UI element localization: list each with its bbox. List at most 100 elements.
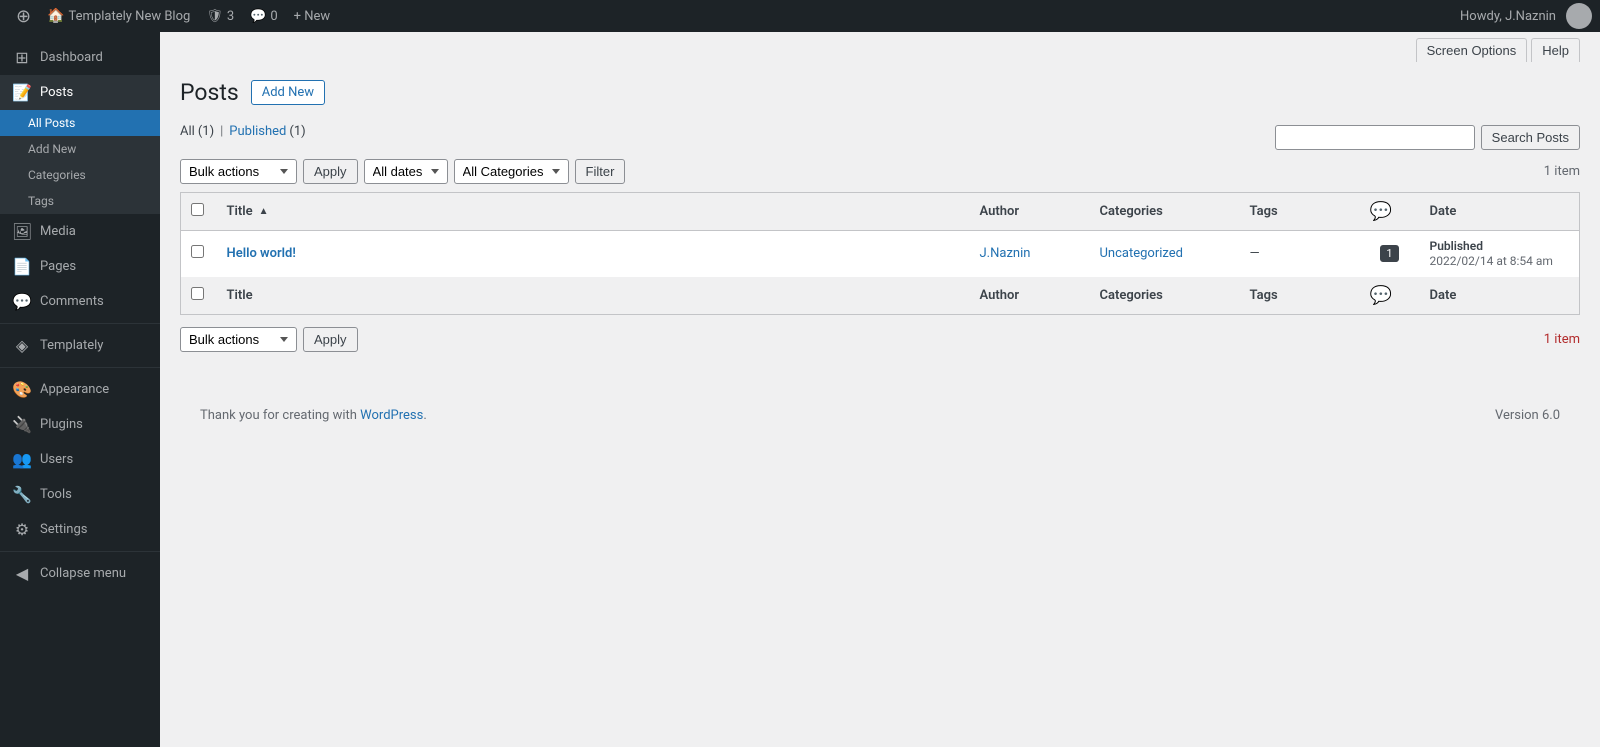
category-link[interactable]: Uncategorized [1100,246,1183,261]
sidebar-item-tools[interactable]: 🔧 Tools [0,477,160,512]
subnav-published-count: (1) [289,124,305,139]
posts-table: Title ▲ Author Categories Tags [180,192,1580,315]
search-input[interactable] [1275,125,1475,150]
adminbar-howdy: Howdy, J.Naznin [1460,9,1556,24]
sidebar-item-posts[interactable]: 📝 Posts [0,75,160,110]
author-header: Author [970,192,1090,230]
updates-count: 3 [227,9,234,24]
subnav: All (1) | Published (1) [180,124,306,139]
sidebar-item-plugins[interactable]: 🔌 Plugins [0,407,160,442]
tags-cell: — [1240,230,1360,277]
footer-version: Version 6.0 [1495,408,1560,423]
dashboard-icon: ⊞ [12,48,32,67]
sidebar-item-settings[interactable]: ⚙ Settings [0,512,160,547]
filter-button[interactable]: Filter [575,159,626,184]
comments-icon-header: 💬 [1370,201,1392,222]
help-button[interactable]: Help [1531,38,1580,62]
categories-select[interactable]: All Categories [454,159,569,184]
subnav-all-count: (1) [198,124,214,139]
updates-icon: 🛡 [206,9,223,24]
new-label: + New [294,9,331,24]
adminbar-wp-logo[interactable]: ⊕ [8,0,39,32]
published-date: 2022/02/14 at 8:54 am [1430,254,1553,268]
sidebar: ⊞ Dashboard 📝 Posts All Posts Add New Ca… [0,32,160,747]
adminbar-updates[interactable]: 🛡 3 [198,0,242,32]
page-header: Posts Add New [180,78,1580,108]
sidebar-item-label: Plugins [40,417,83,432]
bulk-actions-select-top[interactable]: Bulk actions Edit Move to Trash [180,159,297,184]
adminbar-avatar[interactable] [1566,3,1592,29]
author-footer-label: Author [980,288,1020,303]
apply-button-top[interactable]: Apply [303,159,358,184]
sidebar-item-media[interactable]: 🖼 Media [0,214,160,249]
categories-label: Categories [28,168,86,182]
collapse-icon: ◀ [12,564,32,583]
screen-options-button[interactable]: Screen Options [1416,38,1528,62]
date-cell: Published 2022/02/14 at 8:54 am [1420,230,1580,277]
adminbar-site-name[interactable]: 🏠 Templately New Blog [39,0,198,32]
search-posts-button[interactable]: Search Posts [1481,125,1580,150]
adminbar-comments[interactable]: 💬 0 [242,0,286,32]
title-header[interactable]: Title ▲ [217,192,970,230]
checkbox-all-header [181,192,217,230]
select-all-checkbox[interactable] [191,203,204,216]
sidebar-item-categories[interactable]: Categories [0,162,160,188]
settings-icon: ⚙ [12,520,32,539]
page-title: Posts [180,78,239,108]
sidebar-item-templately[interactable]: ◈ Templately [0,328,160,363]
author-cell: J.Naznin [970,230,1090,277]
comments-header: 💬 [1360,192,1420,230]
all-posts-label: All Posts [28,116,75,130]
dates-select[interactable]: All dates [364,159,448,184]
subnav-published[interactable]: Published [229,124,286,139]
date-footer-label: Date [1430,288,1457,303]
select-all-footer-checkbox[interactable] [191,287,204,300]
categories-cell: Uncategorized [1090,230,1240,277]
collapse-label: Collapse menu [40,566,126,581]
title-footer-label: Title [227,288,253,303]
sidebar-item-comments[interactable]: 💬 Comments [0,284,160,319]
top-bar: Screen Options Help [160,32,1600,68]
add-new-button[interactable]: Add New [251,80,325,105]
sidebar-item-dashboard[interactable]: ⊞ Dashboard [0,40,160,75]
post-title-link[interactable]: Hello world! [227,246,296,261]
comments-footer: 💬 [1360,277,1420,315]
media-icon: 🖼 [12,222,32,241]
tags-header-label: Tags [1250,204,1278,219]
row-checkbox[interactable] [191,245,204,258]
pages-icon: 📄 [12,257,32,276]
sidebar-item-users[interactable]: 👥 Users [0,442,160,477]
sidebar-item-add-new[interactable]: Add New [0,136,160,162]
sidebar-item-label: Pages [40,259,76,274]
sidebar-item-label: Templately [40,338,103,353]
sidebar-item-tags[interactable]: Tags [0,188,160,214]
categories-footer: Categories [1090,277,1240,315]
sidebar-item-pages[interactable]: 📄 Pages [0,249,160,284]
bulk-actions-select-bottom[interactable]: Bulk actions Edit Move to Trash [180,327,297,352]
sidebar-item-label: Users [40,452,73,467]
author-footer: Author [970,277,1090,315]
sidebar-item-label: Posts [40,85,73,100]
apply-button-bottom[interactable]: Apply [303,327,358,352]
appearance-icon: 🎨 [12,380,32,399]
wordpress-link[interactable]: WordPress [360,408,423,423]
tags-footer: Tags [1240,277,1360,315]
sidebar-item-label: Comments [40,294,104,309]
sidebar-item-appearance[interactable]: 🎨 Appearance [0,372,160,407]
subnav-separator: | [220,124,223,139]
author-link[interactable]: J.Naznin [980,246,1031,261]
footer-thank-you: Thank you for creating with [200,408,357,423]
date-header: Date [1420,192,1580,230]
sort-arrow-icon: ▲ [259,206,269,217]
comments-badge[interactable]: 1 [1380,245,1398,262]
filter-bar-bottom: Bulk actions Edit Move to Trash Apply 1 … [180,327,1580,352]
sidebar-item-label: Media [40,224,76,239]
row-checkbox-cell [181,230,217,277]
sidebar-item-collapse[interactable]: ◀ Collapse menu [0,556,160,591]
tags-label: Tags [28,194,54,208]
subnav-all[interactable]: All [180,124,195,139]
adminbar-new[interactable]: + New [286,0,339,32]
site-name-label: Templately New Blog [69,9,191,24]
sidebar-item-all-posts[interactable]: All Posts [0,110,160,136]
footer-credit: Thank you for creating with WordPress. [200,408,427,423]
